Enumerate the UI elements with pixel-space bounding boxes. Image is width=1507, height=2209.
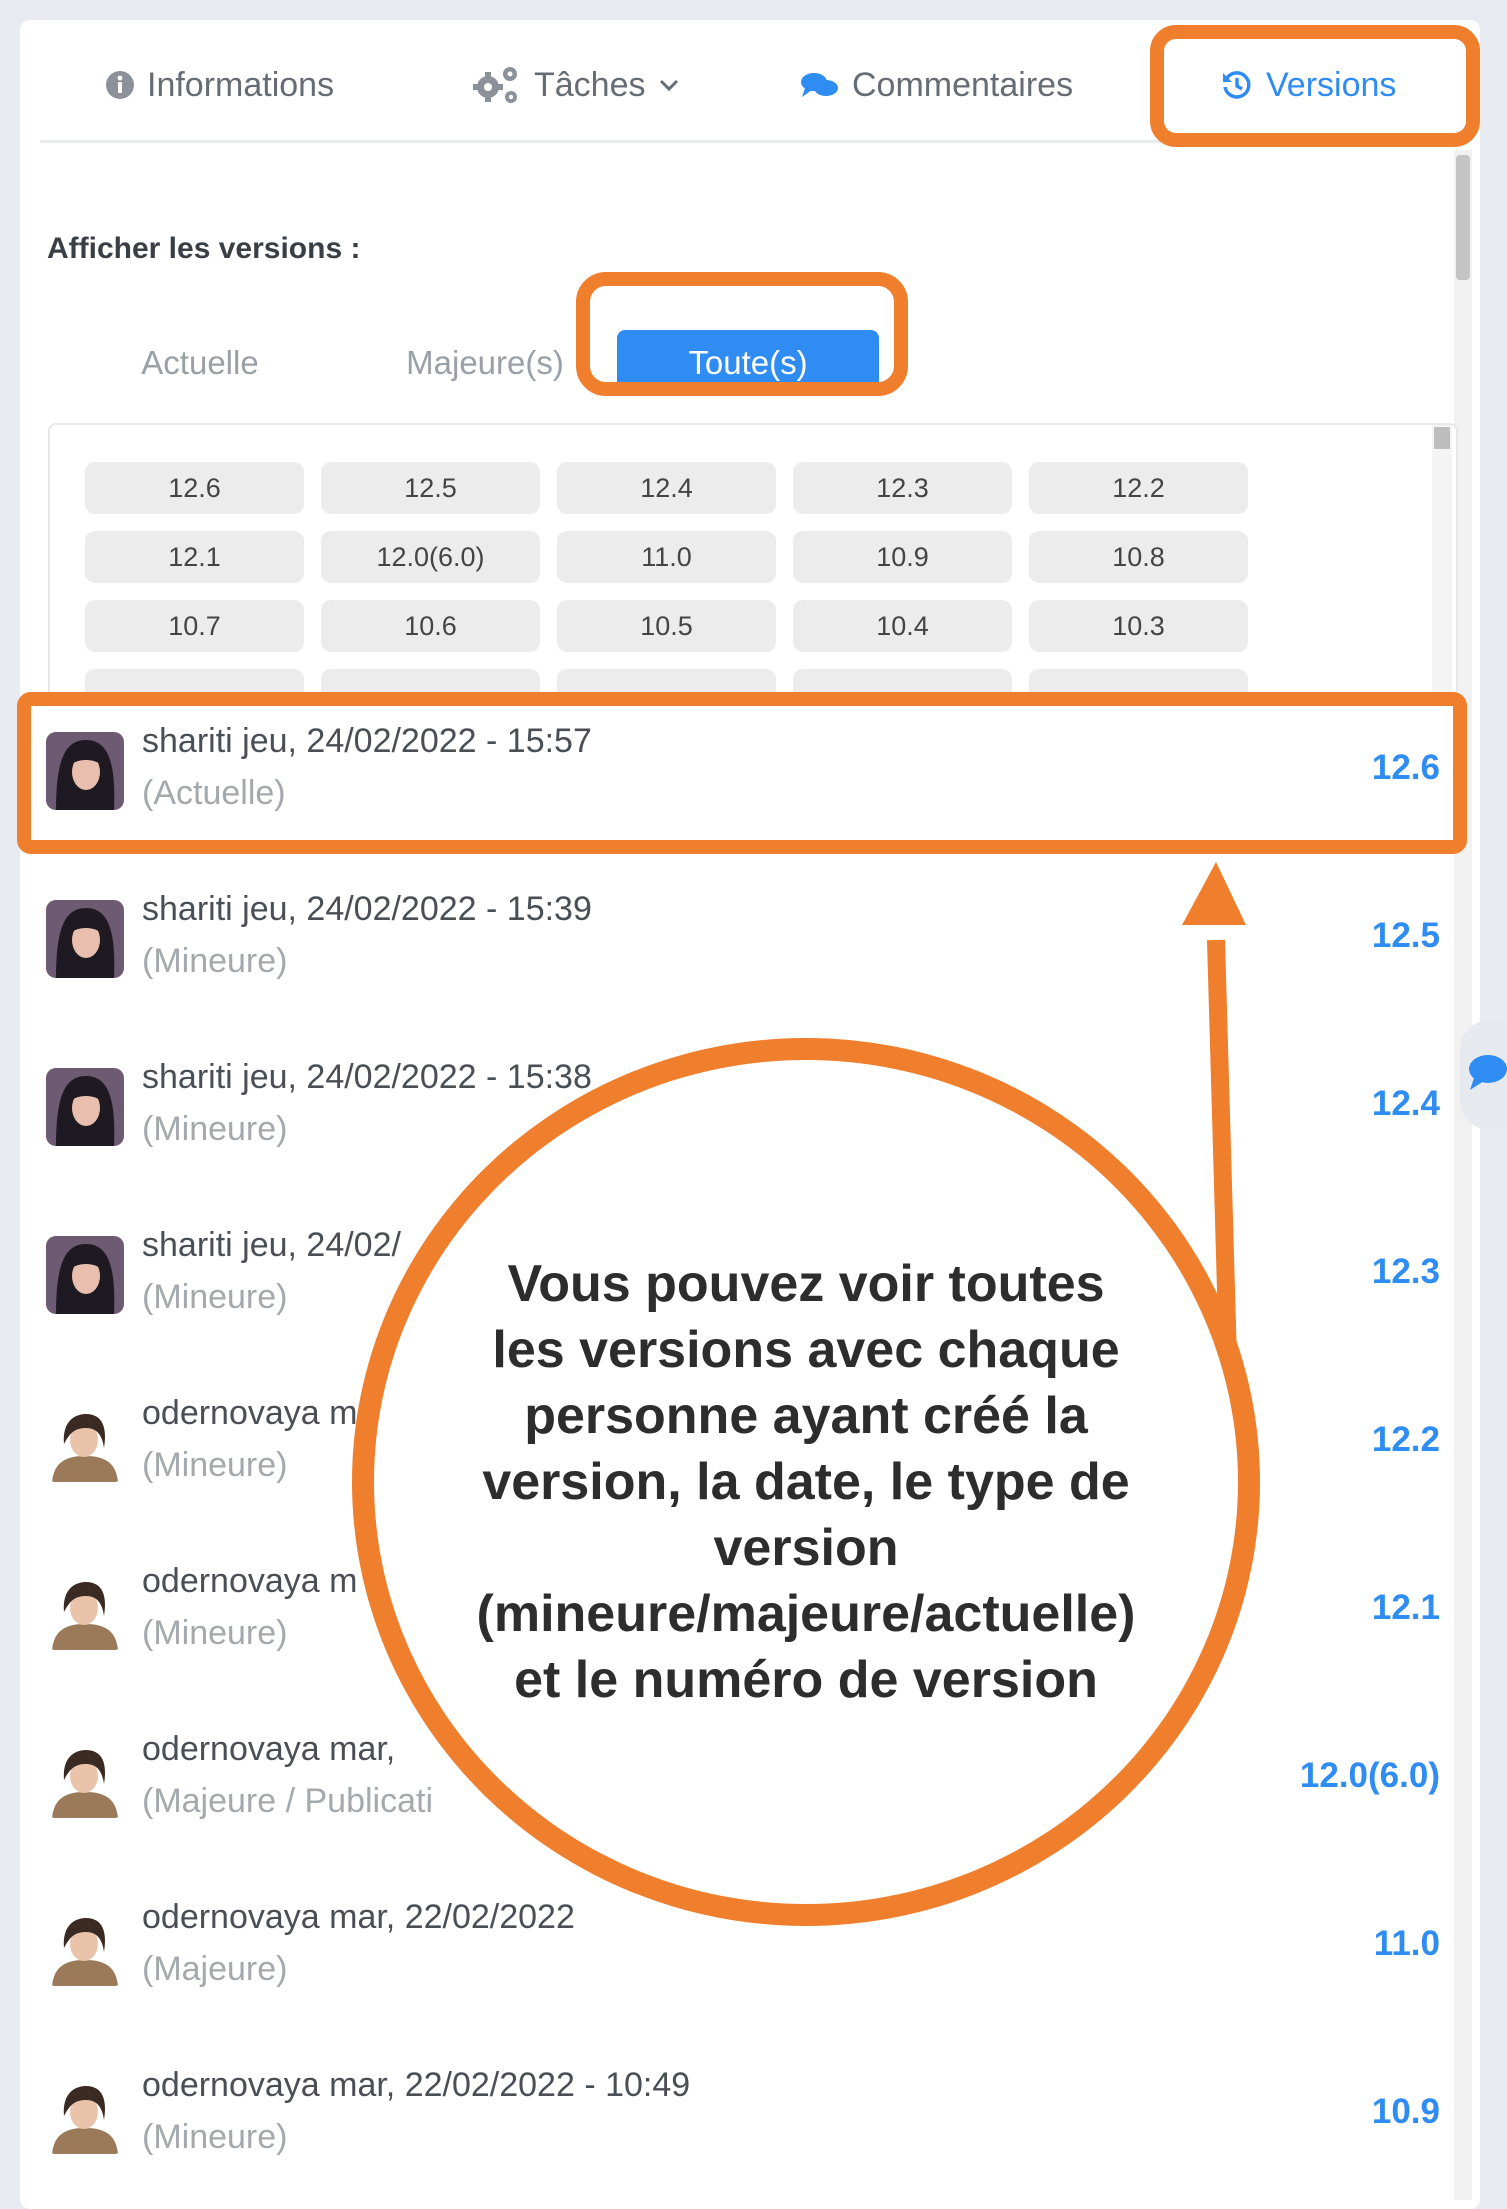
callout-bubble: Vous pouvez voir toutes les versions ave… [352, 1038, 1260, 1926]
callout-text: Vous pouvez voir toutes les versions ave… [476, 1255, 1136, 1709]
